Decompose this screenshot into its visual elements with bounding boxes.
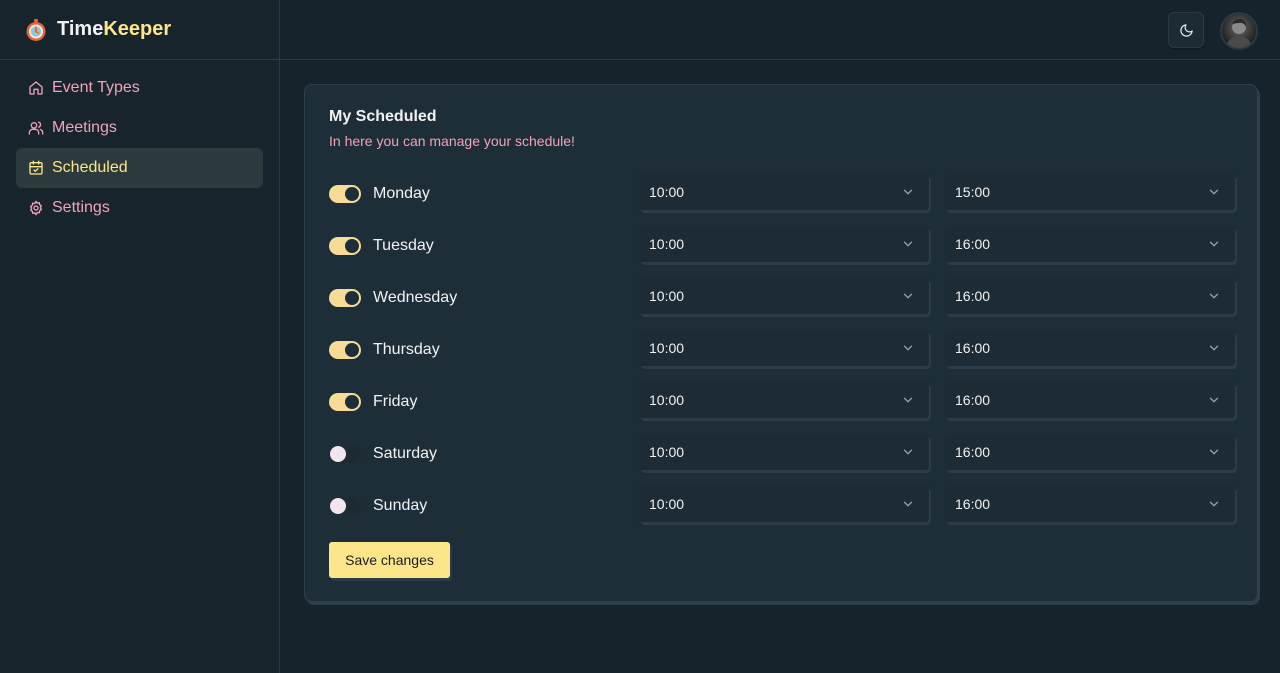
sidebar: TimeKeeper Event Types Meetings Schedule… xyxy=(0,0,280,673)
user-avatar[interactable] xyxy=(1220,12,1258,50)
end-time-select[interactable]: 15:00 xyxy=(945,174,1235,210)
end-time-select[interactable]: 16:00 xyxy=(945,382,1235,418)
end-time-value: 15:00 xyxy=(955,184,991,200)
start-time-select[interactable]: 10:00 xyxy=(639,278,929,314)
chevron-down-icon xyxy=(903,397,913,403)
toggle-knob xyxy=(345,239,359,253)
theme-toggle-button[interactable] xyxy=(1168,12,1204,48)
end-time-value: 16:00 xyxy=(955,236,991,252)
day-toggle[interactable] xyxy=(329,393,361,411)
start-time-value: 10:00 xyxy=(649,444,685,460)
brand-name: TimeKeeper xyxy=(57,18,171,41)
chevron-down-icon xyxy=(1209,397,1219,403)
day-label: Thursday xyxy=(373,341,440,358)
chevron-down-icon xyxy=(903,241,913,247)
schedule-row-monday: Monday 10:00 15:00 xyxy=(329,168,1235,220)
day-label: Monday xyxy=(373,185,430,202)
day-toggle[interactable] xyxy=(329,341,361,359)
chevron-down-icon xyxy=(1209,293,1219,299)
schedule-row-sunday: Sunday 10:00 16:00 xyxy=(329,480,1235,532)
chevron-down-icon xyxy=(903,449,913,455)
start-time-value: 10:00 xyxy=(649,288,685,304)
sidebar-item-label: Meetings xyxy=(52,119,117,136)
start-time-value: 10:00 xyxy=(649,184,685,200)
start-time-value: 10:00 xyxy=(649,496,685,512)
end-time-value: 16:00 xyxy=(955,340,991,356)
start-time-value: 10:00 xyxy=(649,392,685,408)
end-time-select[interactable]: 16:00 xyxy=(945,278,1235,314)
sidebar-item-label: Settings xyxy=(52,199,110,216)
end-time-select[interactable]: 16:00 xyxy=(945,226,1235,262)
toggle-knob xyxy=(330,498,346,514)
home-icon xyxy=(29,81,43,95)
schedule-row-thursday: Thursday 10:00 16:00 xyxy=(329,324,1235,376)
sidebar-item-label: Scheduled xyxy=(52,159,128,176)
day-toggle[interactable] xyxy=(329,185,361,203)
sidebar-item-meetings[interactable]: Meetings xyxy=(16,108,263,148)
chevron-down-icon xyxy=(903,501,913,507)
avatar-image xyxy=(1226,18,1252,48)
schedule-row-tuesday: Tuesday 10:00 16:00 xyxy=(329,220,1235,272)
day-toggle[interactable] xyxy=(329,445,361,463)
gear-icon xyxy=(29,200,43,216)
top-header xyxy=(280,0,1280,60)
toggle-knob xyxy=(345,187,359,201)
sidebar-item-event-types[interactable]: Event Types xyxy=(16,68,263,108)
start-time-select[interactable]: 10:00 xyxy=(639,330,929,366)
brand-name-part1: Time xyxy=(57,18,104,40)
start-time-select[interactable]: 10:00 xyxy=(639,226,929,262)
sidebar-item-scheduled[interactable]: Scheduled xyxy=(16,148,263,188)
day-label: Tuesday xyxy=(373,237,434,254)
chevron-down-icon xyxy=(903,293,913,299)
calendar-check-icon xyxy=(29,160,43,175)
start-time-select[interactable]: 10:00 xyxy=(639,382,929,418)
toggle-knob xyxy=(345,395,359,409)
end-time-value: 16:00 xyxy=(955,444,991,460)
brand-name-part2: Keeper xyxy=(103,18,172,40)
end-time-value: 16:00 xyxy=(955,288,991,304)
start-time-select[interactable]: 10:00 xyxy=(639,434,929,470)
chevron-down-icon xyxy=(1209,189,1219,195)
chevron-down-icon xyxy=(903,345,913,351)
end-time-select[interactable]: 16:00 xyxy=(945,434,1235,470)
toggle-knob xyxy=(330,446,346,462)
schedule-row-friday: Friday 10:00 16:00 xyxy=(329,376,1235,428)
sidebar-item-settings[interactable]: Settings xyxy=(16,188,263,228)
start-time-value: 10:00 xyxy=(649,340,685,356)
chevron-down-icon xyxy=(1209,501,1219,507)
day-toggle[interactable] xyxy=(329,497,361,515)
end-time-value: 16:00 xyxy=(955,496,991,512)
day-label: Saturday xyxy=(373,445,438,462)
end-time-select[interactable]: 16:00 xyxy=(945,486,1235,522)
chevron-down-icon xyxy=(903,189,913,195)
schedule-row-wednesday: Wednesday 10:00 16:00 xyxy=(329,272,1235,324)
sidebar-nav: Event Types Meetings Scheduled Settings xyxy=(0,60,279,236)
toggle-knob xyxy=(345,343,359,357)
start-time-value: 10:00 xyxy=(649,236,685,252)
schedule-row-saturday: Saturday 10:00 16:00 xyxy=(329,428,1235,480)
sidebar-item-label: Event Types xyxy=(52,79,140,96)
day-label: Friday xyxy=(373,393,418,410)
card-subtitle: In here you can manage your schedule! xyxy=(329,133,575,149)
stopwatch-icon xyxy=(26,18,46,41)
brand[interactable]: TimeKeeper xyxy=(0,0,279,60)
end-time-select[interactable]: 16:00 xyxy=(945,330,1235,366)
card-title: My Scheduled xyxy=(329,108,437,125)
start-time-select[interactable]: 10:00 xyxy=(639,174,929,210)
end-time-value: 16:00 xyxy=(955,392,991,408)
day-label: Sunday xyxy=(373,497,428,514)
day-toggle[interactable] xyxy=(329,289,361,307)
day-label: Wednesday xyxy=(373,289,458,306)
users-icon xyxy=(28,121,44,135)
chevron-down-icon xyxy=(1209,241,1219,247)
save-changes-button[interactable]: Save changes xyxy=(329,542,450,578)
start-time-select[interactable]: 10:00 xyxy=(639,486,929,522)
schedule-card: My Scheduled In here you can manage your… xyxy=(304,84,1258,602)
schedule-rows: Monday 10:00 15:00 Tuesday 10:00 16:00 W… xyxy=(329,168,1235,532)
chevron-down-icon xyxy=(1209,345,1219,351)
moon-icon xyxy=(1179,23,1193,37)
toggle-knob xyxy=(345,291,359,305)
day-toggle[interactable] xyxy=(329,237,361,255)
chevron-down-icon xyxy=(1209,449,1219,455)
